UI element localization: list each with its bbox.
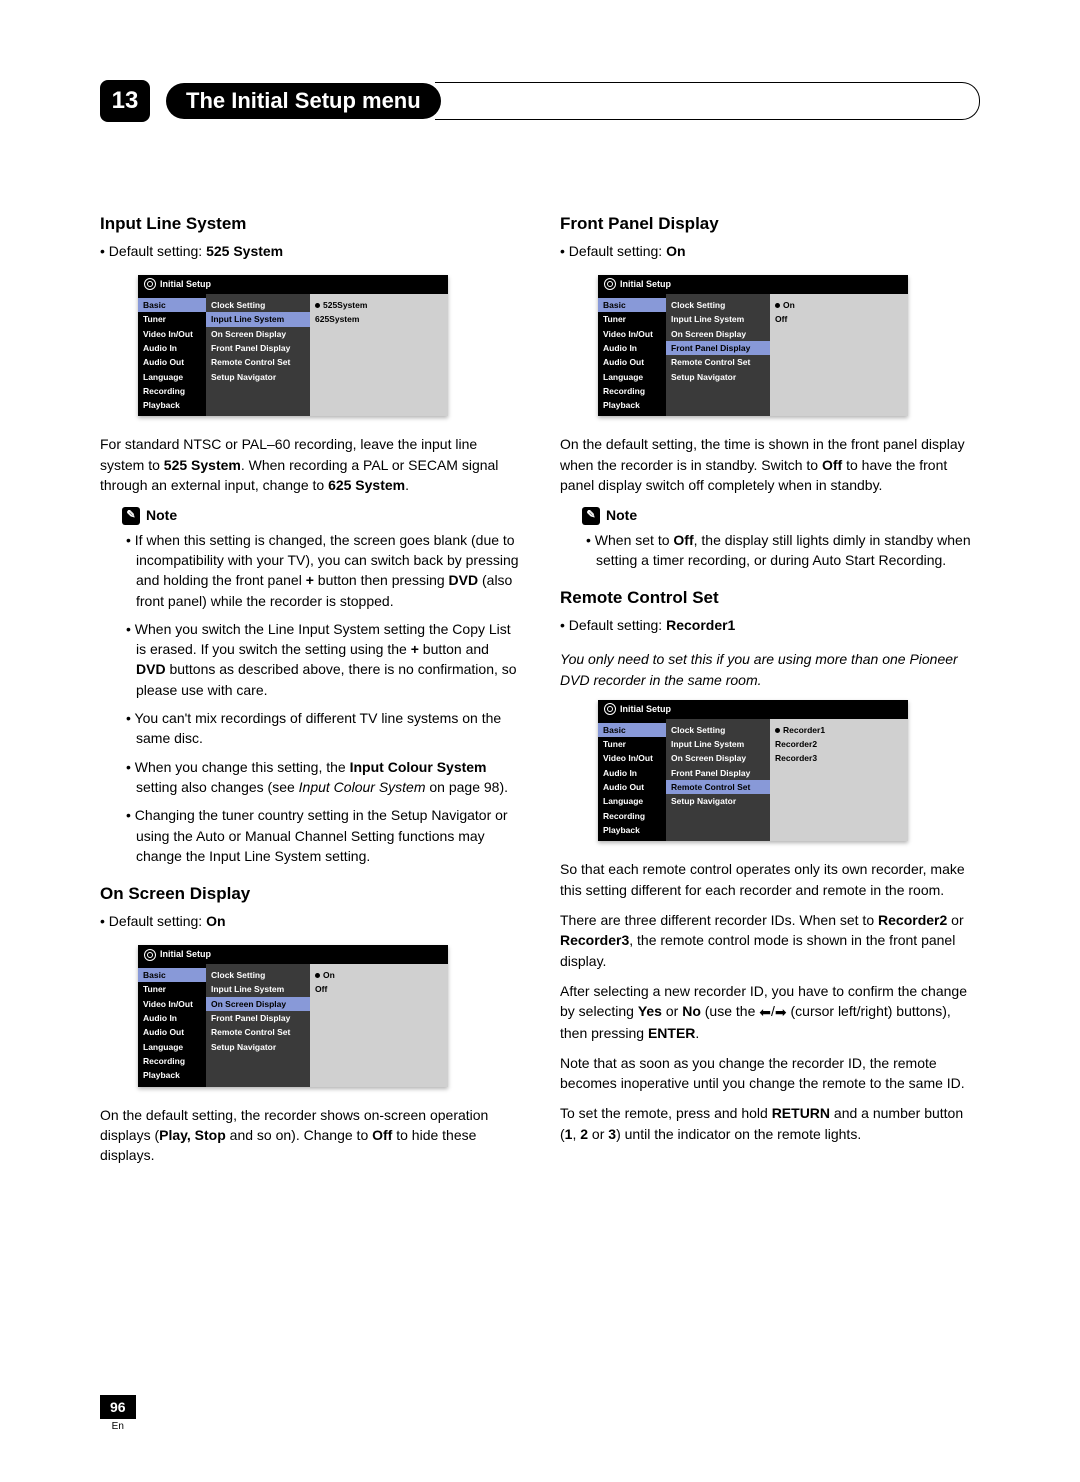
default-setting: Default setting: On [100, 911, 520, 931]
section-heading: Input Line System [100, 212, 520, 237]
body-text: There are three different recorder IDs. … [560, 910, 980, 971]
disc-icon [144, 278, 156, 290]
disc-icon [144, 949, 156, 961]
left-arrow-icon: ⬅ [759, 1002, 771, 1022]
setting-list: Clock SettingInput Line SystemOn Screen … [206, 294, 310, 417]
chapter-header: 13 The Initial Setup menu [100, 80, 980, 122]
right-arrow-icon: ➡ [775, 1002, 787, 1022]
option-list: 525System625System [310, 294, 448, 417]
note-list: When set to Off, the display still light… [586, 530, 980, 571]
pencil-icon: ✎ [582, 507, 600, 525]
note-item: When you change this setting, the Input … [126, 757, 520, 798]
header-rule [435, 82, 980, 120]
body-text: On the default setting, the recorder sho… [100, 1105, 520, 1166]
intro-text: You only need to set this if you are usi… [560, 649, 980, 690]
body-text: After selecting a new recorder ID, you h… [560, 981, 980, 1043]
category-list: BasicTunerVideo In/OutAudio InAudio OutL… [138, 294, 206, 417]
body-text: Note that as soon as you change the reco… [560, 1053, 980, 1094]
body-text: On the default setting, the time is show… [560, 434, 980, 495]
default-setting: Default setting: Recorder1 [560, 615, 980, 635]
page-number: 96 En [100, 1395, 136, 1432]
note-item: You can't mix recordings of different TV… [126, 708, 520, 749]
note-item: Changing the tuner country setting in th… [126, 805, 520, 866]
manual-page: 13 The Initial Setup menu Input Line Sys… [0, 0, 1080, 1482]
left-column: Input Line System Default setting: 525 S… [100, 212, 520, 1176]
body-text: To set the remote, press and hold RETURN… [560, 1103, 980, 1144]
body-text: For standard NTSC or PAL–60 recording, l… [100, 434, 520, 495]
section-heading: Remote Control Set [560, 586, 980, 611]
settings-screenshot: Initial Setup BasicTunerVideo In/OutAudi… [598, 275, 908, 417]
content-columns: Input Line System Default setting: 525 S… [100, 212, 980, 1176]
pencil-icon: ✎ [122, 507, 140, 525]
note-label: ✎ Note [122, 505, 520, 525]
right-column: Front Panel Display Default setting: On … [560, 212, 980, 1176]
chapter-title: The Initial Setup menu [166, 83, 441, 119]
section-heading: Front Panel Display [560, 212, 980, 237]
settings-screenshot: Initial Setup BasicTunerVideo In/OutAudi… [598, 700, 908, 842]
default-setting: Default setting: On [560, 241, 980, 261]
disc-icon [604, 703, 616, 715]
note-list: If when this setting is changed, the scr… [126, 530, 520, 866]
note-label: ✎ Note [582, 505, 980, 525]
disc-icon [604, 278, 616, 290]
note-item: If when this setting is changed, the scr… [126, 530, 520, 611]
settings-screenshot: Initial Setup BasicTunerVideo In/OutAudi… [138, 945, 448, 1087]
section-heading: On Screen Display [100, 882, 520, 907]
settings-screenshot: Initial Setup BasicTunerVideo In/OutAudi… [138, 275, 448, 417]
chapter-number: 13 [100, 80, 150, 122]
note-item: When you switch the Line Input System se… [126, 619, 520, 700]
note-item: When set to Off, the display still light… [586, 530, 980, 571]
body-text: So that each remote control operates onl… [560, 859, 980, 900]
default-setting: Default setting: 525 System [100, 241, 520, 261]
